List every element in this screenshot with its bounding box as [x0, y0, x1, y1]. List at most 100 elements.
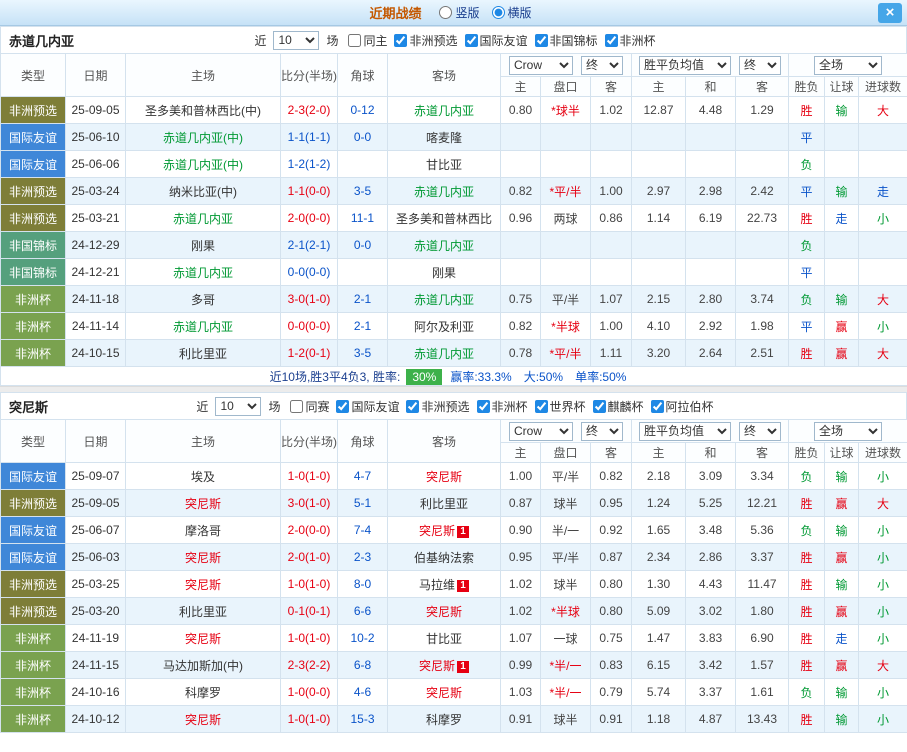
cell-odds-away: 0.75 [590, 624, 632, 652]
cell-result: 负 [788, 462, 826, 490]
cell-odds-home: 0.78 [500, 339, 541, 367]
cell-result: 胜 [788, 570, 826, 598]
avg-select[interactable]: 胜平负均值 [639, 421, 731, 441]
vertical-radio[interactable] [439, 6, 453, 19]
cell-goals-result: 大 [858, 339, 907, 367]
match-row[interactable]: 非洲杯 24-11-14 赤道几内亚 0-0(0-0) 2-1 阿尔及利亚 0.82 *半球 1… [0, 312, 907, 340]
cell-home-team: 利比里亚 [125, 597, 281, 625]
recent-count-select[interactable]: 10 [273, 30, 320, 50]
layout-vertical-option[interactable]: 竖版 [439, 4, 480, 21]
column-header: 角球 [337, 419, 388, 463]
filter-checkbox[interactable] [336, 399, 350, 413]
odds-source-select[interactable]: Crow [509, 421, 573, 441]
cell-avg-0: 1.14 [631, 204, 686, 232]
match-row[interactable]: 国际友谊 25-06-03 突尼斯 2-0(1-0) 2-3 伯基纳法索 0.95 平/半 0.… [0, 543, 907, 571]
match-row[interactable]: 非洲杯 24-11-18 多哥 3-0(1-0) 2-1 赤道几内亚 0.75 平/半 1.07… [0, 285, 907, 313]
filter-option[interactable]: 同赛 [290, 398, 329, 415]
column-header: 客场 [387, 419, 501, 463]
avg-state-select[interactable]: 终 [739, 421, 781, 441]
cell-result: 负 [788, 231, 826, 259]
match-row[interactable]: 非国锦标 24-12-21 赤道几内亚 0-0(0-0) 刚果 平 [0, 258, 907, 286]
avg-select[interactable]: 胜平负均值 [639, 55, 731, 75]
cell-avg-2: 2.51 [734, 339, 790, 367]
filter-option[interactable]: 国际友谊 [336, 398, 399, 415]
win-rate-badge: 30% [406, 368, 443, 385]
match-row[interactable]: 国际友谊 25-06-06 赤道几内亚(中) 1-2(1-2) 甘比亚 负 [0, 150, 907, 178]
layout-horizontal-option[interactable]: 横版 [491, 4, 532, 21]
cell-type: 非洲杯 [0, 624, 66, 652]
odds-state-select[interactable]: 终 [581, 55, 623, 75]
match-row[interactable]: 国际友谊 25-06-10 赤道几内亚(中) 1-1(1-1) 0-0 喀麦隆 平 [0, 123, 907, 151]
cell-score: 2-0(1-0) [280, 543, 338, 571]
filter-checkbox[interactable] [348, 33, 362, 47]
column-header: 比分(半场) [280, 419, 338, 463]
match-row[interactable]: 非洲杯 24-10-15 利比里亚 1-2(0-1) 3-5 赤道几内亚 0.78 *平/半 1… [0, 339, 907, 367]
match-row[interactable]: 非洲杯 24-11-15 马达加斯加(中) 2-3(2-2) 6-8 突尼斯 1 0.99 *半… [0, 651, 907, 679]
recent-count-select[interactable]: 10 [215, 396, 262, 416]
filter-checkbox[interactable] [406, 399, 420, 413]
cell-type: 国际友谊 [0, 516, 66, 544]
match-row[interactable]: 非洲预选 25-03-24 纳米比亚(中) 1-1(0-0) 3-5 赤道几内亚 0.82 *… [0, 177, 907, 205]
filter-option[interactable]: 非洲杯 [604, 32, 656, 49]
match-row[interactable]: 非洲预选 25-03-20 利比里亚 0-1(0-1) 6-6 突尼斯 1.02 *半球 0.8… [0, 597, 907, 625]
cell-avg-0: 1.30 [631, 570, 686, 598]
horizontal-radio[interactable] [491, 6, 505, 19]
filter-label: 国际友谊 [351, 399, 400, 414]
match-row[interactable]: 非洲预选 25-03-25 突尼斯 1-0(1-0) 8-0 马拉维 1 1.02 球半 0.80… [0, 570, 907, 598]
filter-checkbox[interactable] [394, 33, 408, 47]
column-subheader: 主 [631, 76, 686, 97]
filter-checkbox[interactable] [476, 399, 490, 413]
filter-checkbox[interactable] [592, 399, 606, 413]
match-row[interactable]: 国际友谊 25-09-07 埃及 1-0(1-0) 4-7 突尼斯 1.00 平/半 0.82 2… [0, 462, 907, 490]
filter-option[interactable]: 麒麟杯 [592, 398, 644, 415]
odds-state-select[interactable]: 终 [581, 421, 623, 441]
cell-avg-1: 2.92 [685, 312, 736, 340]
filter-option[interactable]: 世界杯 [534, 398, 586, 415]
filter-checkbox[interactable] [650, 399, 664, 413]
match-row[interactable]: 非洲预选 25-03-21 赤道几内亚 2-0(0-0) 11-1 圣多美和普林西比 0.9… [0, 204, 907, 232]
avg-group: 胜平负均值终 [630, 53, 790, 77]
cell-corners: 10-2 [337, 624, 388, 652]
cell-handicap-result [824, 258, 860, 286]
filter-label: 非洲预选 [421, 399, 470, 414]
scope-select[interactable]: 全场 [814, 421, 883, 441]
odds-source-select[interactable]: Crow [509, 55, 573, 75]
cell-score: 1-0(0-0) [280, 678, 338, 706]
close-icon[interactable]: × [878, 3, 902, 23]
filter-option[interactable]: 非国锦标 [534, 32, 598, 49]
filter-checkbox[interactable] [464, 33, 478, 47]
filter-checkbox[interactable] [534, 33, 548, 47]
avg-state-select[interactable]: 终 [739, 55, 781, 75]
scope-select[interactable]: 全场 [814, 55, 883, 75]
filter-option[interactable]: 非洲预选 [406, 398, 470, 415]
filter-checkbox[interactable] [604, 33, 618, 47]
column-subheader: 进球数 [858, 442, 907, 463]
match-row[interactable]: 非洲杯 24-11-19 突尼斯 1-0(1-0) 10-2 甘比亚 1.07 一球 0.75 1… [0, 624, 907, 652]
match-row[interactable]: 非洲杯 24-10-12 突尼斯 1-0(1-0) 15-3 科摩罗 0.91 球半 0.91 1… [0, 705, 907, 733]
cell-type: 非洲预选 [0, 597, 66, 625]
filter-option[interactable]: 国际友谊 [464, 32, 528, 49]
match-row[interactable]: 非国锦标 24-12-29 刚果 2-1(2-1) 0-0 赤道几内亚 负 [0, 231, 907, 259]
match-row[interactable]: 非洲预选 25-09-05 突尼斯 3-0(1-0) 5-1 利比里亚 0.87 球半 0.95… [0, 489, 907, 517]
cell-result: 负 [788, 150, 826, 178]
match-row[interactable]: 国际友谊 25-06-07 摩洛哥 2-0(0-0) 7-4 突尼斯 1 0.90 半/一 0.9… [0, 516, 907, 544]
match-row[interactable]: 非洲杯 24-10-16 科摩罗 1-0(0-0) 4-6 突尼斯 1.03 *半/一 0.79… [0, 678, 907, 706]
cell-date: 24-10-12 [65, 705, 126, 733]
filter-option[interactable]: 同主 [348, 32, 387, 49]
cell-result: 平 [788, 258, 826, 286]
cell-corners: 2-3 [337, 543, 388, 571]
filter-option[interactable]: 阿拉伯杯 [650, 398, 714, 415]
cell-handicap [540, 150, 591, 178]
filter-option[interactable]: 非洲杯 [476, 398, 528, 415]
cell-goals-result: 大 [858, 96, 907, 124]
cell-odds-away: 0.91 [590, 705, 632, 733]
cell-result: 平 [788, 123, 826, 151]
team-text: 刚果 [190, 238, 215, 253]
cell-avg-1: 4.87 [685, 705, 736, 733]
filter-checkbox[interactable] [290, 399, 304, 413]
cell-away-team: 赤道几内亚 [387, 285, 501, 313]
filter-checkbox[interactable] [534, 399, 548, 413]
cell-home-team: 埃及 [125, 462, 281, 490]
filter-option[interactable]: 非洲预选 [394, 32, 458, 49]
match-row[interactable]: 非洲预选 25-09-05 圣多美和普林西比(中) 2-3(2-0) 0-12 赤道几内亚… [0, 96, 907, 124]
